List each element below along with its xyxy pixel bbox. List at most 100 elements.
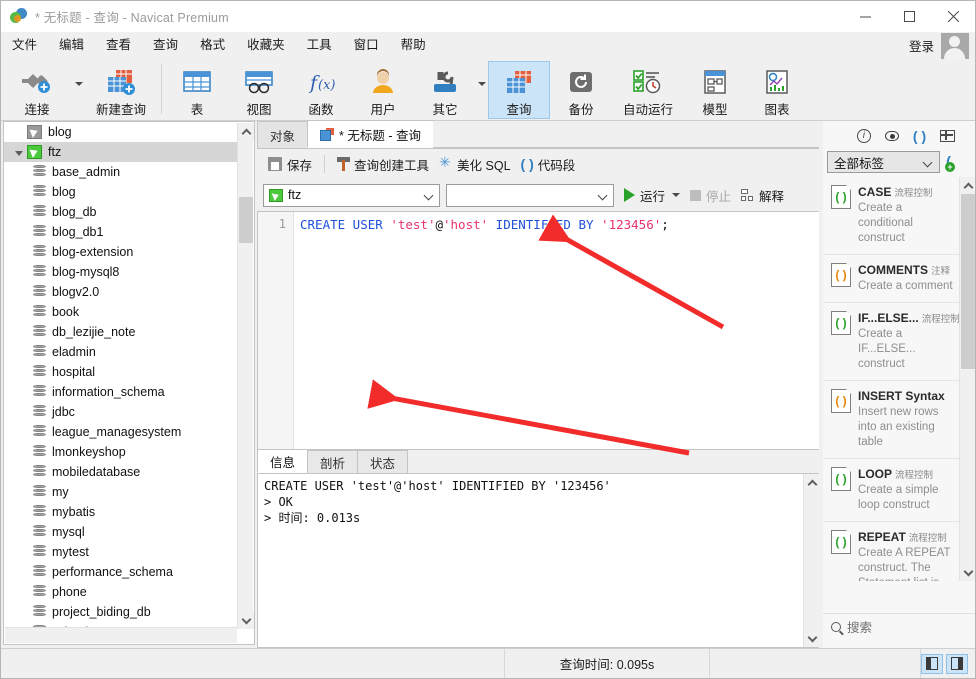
toolbar-backup-button[interactable]: 备份 <box>550 61 612 119</box>
tree-scrollbar-thumb[interactable] <box>239 197 253 243</box>
add-snippet-icon[interactable]: ( + <box>945 154 955 172</box>
toolbar-chart-button[interactable]: 图表 <box>746 61 808 119</box>
tab-message[interactable]: 信息 <box>257 449 309 473</box>
tree-database-blog-extension[interactable]: blog-extension <box>4 242 238 262</box>
query-builder-button[interactable]: 查询创建工具 <box>332 152 434 176</box>
other-dropdown-caret[interactable] <box>476 61 488 119</box>
tree-vertical-scrollbar[interactable] <box>237 123 254 629</box>
save-button[interactable]: 保存 <box>263 152 317 176</box>
tree-scroll-up-button[interactable] <box>238 123 254 140</box>
tree-connection-blog[interactable]: blog <box>4 122 238 142</box>
run-button-label[interactable]: 运行 <box>640 186 665 205</box>
tree-horizontal-scrollbar[interactable] <box>5 627 237 643</box>
menu-format[interactable]: 格式 <box>189 34 236 57</box>
toolbar-table-button[interactable]: 表 <box>166 61 228 119</box>
sql-editor[interactable]: 1 CREATE USER 'test'@'host' IDENTIFIED B… <box>257 211 819 450</box>
toolbar-model-button[interactable]: 模型 <box>684 61 746 119</box>
snippet-item[interactable]: ( ) LOOP 流程控制 Create a simple loop construc… <box>823 459 959 522</box>
snippet-item[interactable]: ( ) REPEAT 流程控制 Create A REPEAT construct. … <box>823 522 959 581</box>
code-snippet-button[interactable]: ( ) 代码段 <box>516 152 581 176</box>
menu-edit[interactable]: 编辑 <box>48 34 95 57</box>
tree-database-db_lezijie_note[interactable]: db_lezijie_note <box>4 322 238 342</box>
tree-database-information_schema[interactable]: information_schema <box>4 382 238 402</box>
snippet-item[interactable]: ( ) IF...ELSE... 流程控制 Create a IF...ELSE...… <box>823 303 959 381</box>
connection-dropdown-caret[interactable] <box>73 61 85 119</box>
menu-tools[interactable]: 工具 <box>296 34 343 57</box>
tree-database-blog-mysql8[interactable]: blog-mysql8 <box>4 262 238 282</box>
snippet-tag-select[interactable]: 全部标签 <box>827 151 940 173</box>
code-snippet-icon[interactable]: ( ) <box>913 129 926 143</box>
database-select[interactable]: ftz <box>263 183 440 207</box>
tab-untitled-query[interactable]: * 无标题 - 查询 <box>307 120 434 148</box>
tree-scroll-down-button[interactable] <box>238 612 254 629</box>
results-scroll-down-button[interactable] <box>804 630 820 647</box>
explain-button-label[interactable]: 解释 <box>759 186 784 205</box>
menu-favorites[interactable]: 收藏夹 <box>236 34 296 57</box>
snippet-scroll-up-button[interactable] <box>960 177 975 194</box>
snippet-item[interactable]: ( ) CASE 流程控制 Create a conditional construc… <box>823 177 959 255</box>
tree-database-phone[interactable]: phone <box>4 582 238 602</box>
menu-help[interactable]: 帮助 <box>390 34 437 57</box>
tab-status[interactable]: 状态 <box>357 450 409 473</box>
snippet-search-row[interactable]: 搜索 <box>823 613 975 639</box>
toggle-left-panel-icon[interactable] <box>921 653 943 674</box>
info-icon[interactable]: i <box>856 129 871 143</box>
menu-view[interactable]: 查看 <box>95 34 142 57</box>
user-avatar-icon[interactable] <box>941 32 969 59</box>
snippet-scroll-down-button[interactable] <box>960 564 975 581</box>
tree-database-hospital[interactable]: hospital <box>4 362 238 382</box>
tab-profile[interactable]: 剖析 <box>307 450 359 473</box>
run-play-icon[interactable] <box>624 188 635 202</box>
expand-arrow-icon[interactable] <box>10 149 27 156</box>
tree-database-blog_db[interactable]: blog_db <box>4 202 238 222</box>
tree-database-mysql[interactable]: mysql <box>4 522 238 542</box>
run-dropdown-caret[interactable] <box>672 193 681 197</box>
tree-database-book[interactable]: book <box>4 302 238 322</box>
snippet-item[interactable]: ( ) INSERT Syntax Insert new rows into an … <box>823 381 959 459</box>
menu-window[interactable]: 窗口 <box>343 34 390 57</box>
toolbar-connection-button[interactable]: 连接 <box>1 61 73 119</box>
tab-objects[interactable]: 对象 <box>257 121 309 148</box>
tree-database-base_admin[interactable]: base_admin <box>4 162 238 182</box>
results-scroll-up-button[interactable] <box>804 474 820 491</box>
beautify-sql-button[interactable]: 美化 SQL <box>434 152 516 176</box>
close-button[interactable] <box>931 1 975 32</box>
tree-database-mybatis[interactable]: mybatis <box>4 502 238 522</box>
sql-code-content[interactable]: CREATE USER 'test'@'host' IDENTIFIED BY … <box>300 215 669 234</box>
snippet-list[interactable]: ( ) CASE 流程控制 Create a conditional construc… <box>823 177 959 581</box>
toolbar-user-button[interactable]: 用户 <box>352 61 414 119</box>
toolbar-other-button[interactable]: 其它 <box>414 61 476 119</box>
results-vertical-scrollbar[interactable] <box>803 474 820 647</box>
login-link[interactable]: 登录 <box>909 36 934 55</box>
menu-file[interactable]: 文件 <box>1 34 48 57</box>
tree-database-blog[interactable]: blog <box>4 182 238 202</box>
toolbar-automation-button[interactable]: 自动运行 <box>612 61 684 119</box>
eye-icon[interactable] <box>884 131 899 141</box>
tree-database-lmonkeyshop[interactable]: lmonkeyshop <box>4 442 238 462</box>
tree-database-my[interactable]: my <box>4 482 238 502</box>
tree-database-mobiledatabase[interactable]: mobiledatabase <box>4 462 238 482</box>
tree-database-mytest[interactable]: mytest <box>4 542 238 562</box>
minimize-button[interactable] <box>843 1 887 32</box>
tree-database-blogv2.0[interactable]: blogv2.0 <box>4 282 238 302</box>
snippet-vertical-scrollbar[interactable] <box>959 177 975 581</box>
schema-select[interactable] <box>446 183 614 207</box>
toolbar-new-query-button[interactable]: 新建查询 <box>85 61 157 119</box>
snippet-item[interactable]: ( ) COMMENTS 注释 Create a comment <box>823 255 959 303</box>
tree-connection-ftz[interactable]: ftz <box>4 142 238 162</box>
maximize-button[interactable] <box>887 1 931 32</box>
table-grid-icon[interactable] <box>940 130 956 142</box>
tree-database-performance_schema[interactable]: performance_schema <box>4 562 238 582</box>
tree-database-jdbc[interactable]: jdbc <box>4 402 238 422</box>
menu-query[interactable]: 查询 <box>142 34 189 57</box>
query-time-status: 查询时间: 0.095s <box>505 648 710 678</box>
tree-database-project_biding_db[interactable]: project_biding_db <box>4 602 238 622</box>
toggle-right-panel-icon[interactable] <box>946 653 968 674</box>
snippet-scrollbar-thumb[interactable] <box>961 194 975 369</box>
toolbar-function-button[interactable]: f (x) 函数 <box>290 61 352 119</box>
toolbar-query-button[interactable]: 查询 <box>488 61 550 119</box>
tree-database-eladmin[interactable]: eladmin <box>4 342 238 362</box>
tree-database-league_managesystem[interactable]: league_managesystem <box>4 422 238 442</box>
toolbar-view-button[interactable]: 视图 <box>228 61 290 119</box>
tree-database-blog_db1[interactable]: blog_db1 <box>4 222 238 242</box>
